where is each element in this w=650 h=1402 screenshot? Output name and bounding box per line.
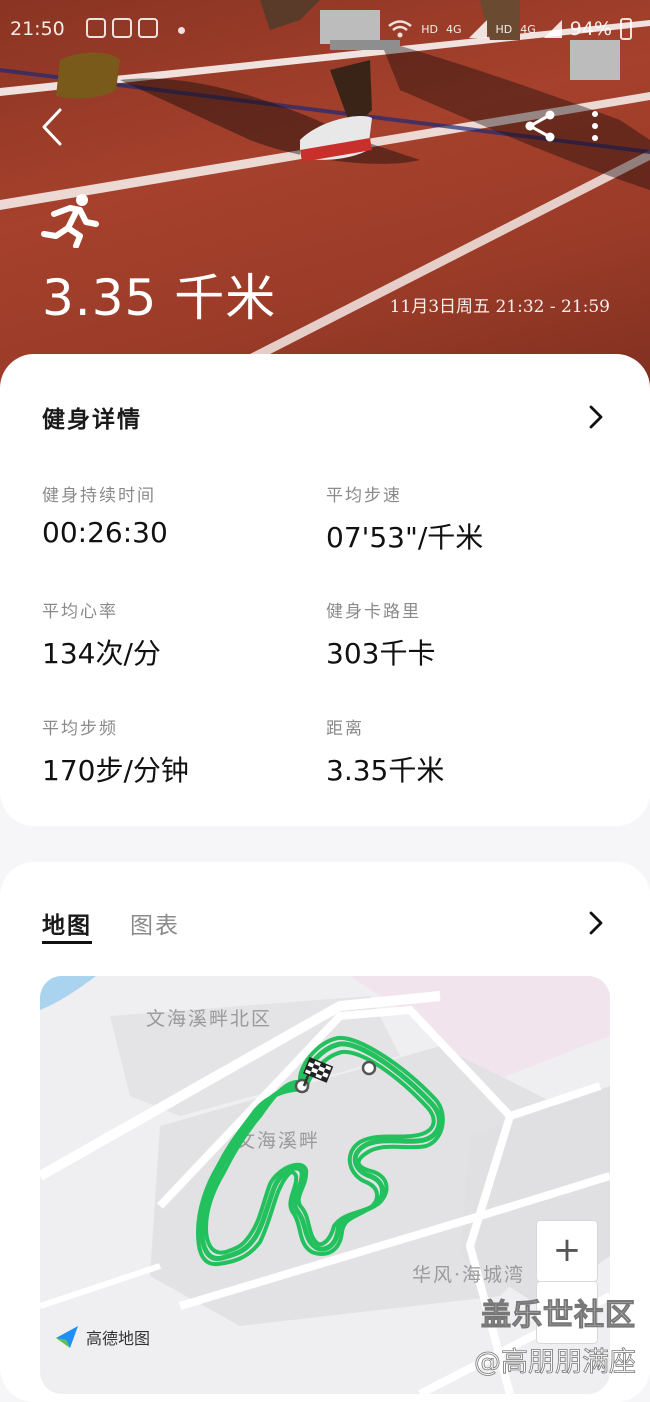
watermark: 盖乐世社区 @高朋朋满座 bbox=[474, 1290, 637, 1379]
more-notifications-dot bbox=[178, 27, 185, 34]
stat-avg-pace: 平均步速 07'53"/千米 bbox=[326, 481, 483, 556]
battery-icon bbox=[620, 18, 632, 40]
stat-value: 134次/分 bbox=[42, 637, 161, 670]
gallery-notification-icon bbox=[86, 18, 106, 38]
stat-avg-heart-rate: 平均心率 134次/分 bbox=[42, 597, 161, 672]
route-start-marker bbox=[361, 1060, 377, 1076]
workout-details-title: 健身详情 bbox=[42, 407, 142, 433]
signal-icon bbox=[469, 20, 488, 38]
network-label-4g-2: 4G bbox=[520, 22, 536, 36]
stat-label: 平均步速 bbox=[326, 486, 402, 506]
map-chevron-right-icon[interactable] bbox=[586, 910, 606, 936]
check-notification-icon bbox=[112, 18, 132, 38]
hero-distance: 3.35 千米 bbox=[42, 269, 277, 327]
active-tab-indicator bbox=[42, 941, 92, 944]
check-notification-icon-2 bbox=[138, 18, 158, 38]
stat-value: 303千卡 bbox=[326, 637, 436, 670]
tab-map[interactable]: 地图 bbox=[42, 906, 92, 940]
tab-chart[interactable]: 图表 bbox=[130, 906, 180, 940]
stat-label: 距离 bbox=[326, 719, 364, 739]
stat-label: 平均心率 bbox=[42, 602, 118, 622]
stat-duration: 健身持续时间 00:26:30 bbox=[42, 481, 168, 549]
details-chevron-right-icon[interactable] bbox=[586, 404, 606, 430]
network-label-hd: HD bbox=[421, 22, 438, 36]
status-bar: 21:50 HD 4G HD 4G 94% bbox=[0, 14, 650, 46]
wifi-icon bbox=[388, 20, 412, 38]
more-options-icon[interactable] bbox=[580, 108, 610, 144]
stat-value: 00:26:30 bbox=[42, 516, 168, 549]
stat-value: 3.35千米 bbox=[326, 754, 445, 787]
battery-percent: 94% bbox=[569, 18, 612, 40]
watermark-community: 盖乐世社区 bbox=[481, 1298, 636, 1334]
running-icon bbox=[41, 194, 99, 248]
map-provider-name: 高德地图 bbox=[86, 1329, 151, 1348]
amap-logo-icon bbox=[56, 1326, 78, 1348]
stat-cadence: 平均步频 170步/分钟 bbox=[42, 714, 189, 789]
back-arrow-icon[interactable] bbox=[36, 106, 72, 148]
stat-value: 170步/分钟 bbox=[42, 754, 189, 787]
network-label-hd-2: HD bbox=[495, 22, 513, 36]
amap-logo: 高德地图 bbox=[54, 1324, 150, 1350]
stat-label: 平均步频 bbox=[42, 719, 118, 739]
stat-calories: 健身卡路里 303千卡 bbox=[326, 597, 435, 672]
zoom-in-button[interactable]: + bbox=[536, 1220, 598, 1282]
stat-distance: 距离 3.35千米 bbox=[326, 714, 444, 789]
network-label-4g: 4G bbox=[445, 22, 462, 36]
workout-date-time: 11月3日周五 21:32 - 21:59 bbox=[389, 297, 610, 317]
watermark-author: @高朋朋满座 bbox=[474, 1347, 637, 1379]
hero-banner: 21:50 HD 4G HD 4G 94% 3.35 千米 11月3日周五 21… bbox=[0, 0, 650, 400]
share-icon[interactable] bbox=[522, 108, 558, 144]
stat-label: 健身卡路里 bbox=[326, 602, 421, 622]
signal-icon-2 bbox=[543, 20, 562, 38]
stat-value: 07'53"/千米 bbox=[326, 521, 484, 554]
stat-label: 健身持续时间 bbox=[42, 486, 156, 506]
status-time: 21:50 bbox=[10, 18, 65, 40]
